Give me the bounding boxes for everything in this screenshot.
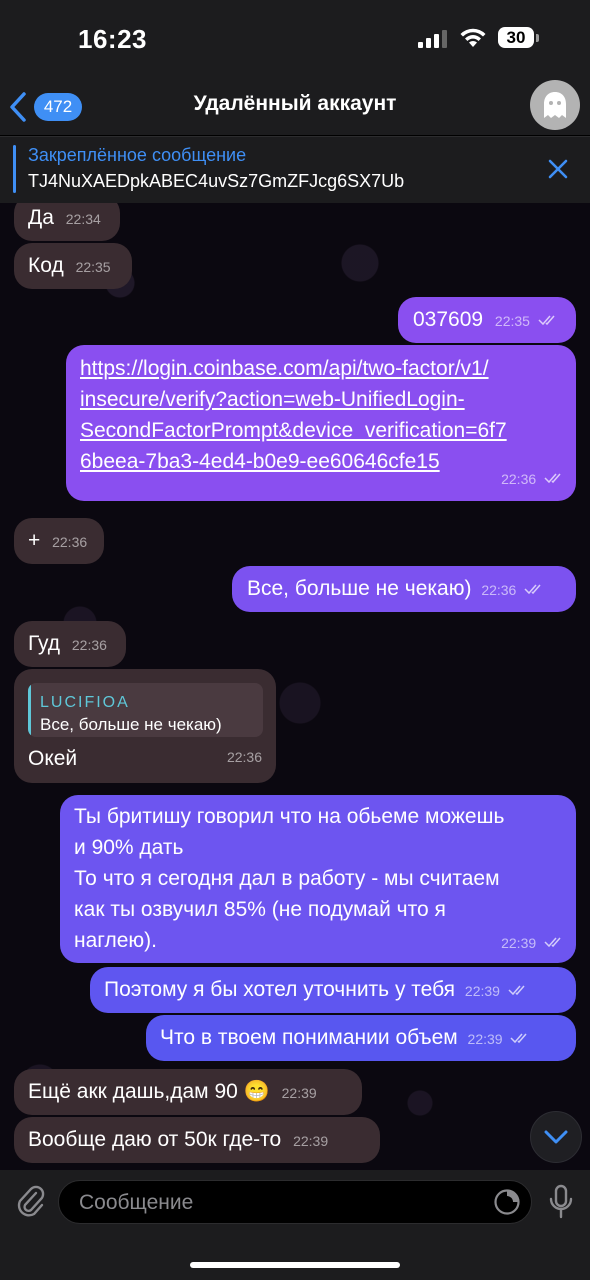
message-time: 22:39 (464, 983, 500, 999)
message-link[interactable]: https://login.coinbase.com/api/two-facto… (80, 353, 576, 477)
ghost-avatar-icon (544, 92, 566, 118)
message-time: 22:36 (481, 582, 517, 598)
home-indicator (190, 1262, 400, 1268)
message-time: 22:39 (281, 1085, 317, 1101)
message-input[interactable] (77, 1181, 481, 1225)
read-ticks-icon (544, 473, 561, 484)
read-ticks-icon (544, 937, 561, 948)
message-time: 22:34 (65, 211, 101, 227)
message-time: 22:36 (52, 534, 88, 550)
message-time: 22:35 (75, 259, 111, 275)
chat-header: 472 Удалённый аккаунт (0, 80, 590, 135)
read-ticks-icon (524, 584, 541, 595)
signal-icon (418, 30, 447, 48)
message-time: 22:36 (71, 637, 107, 653)
status-bar: 16:23 30 (0, 0, 590, 80)
chevron-down-icon (544, 1130, 568, 1144)
message-time: 22:39 (467, 1031, 503, 1047)
message-time: 22:36 (226, 749, 262, 765)
chat-title[interactable]: Удалённый аккаунт (0, 92, 590, 116)
message-outgoing[interactable]: Все, больше не чекаю) 22:36 (232, 566, 576, 612)
reply-text: Все, больше не чекаю) (40, 715, 222, 734)
message-outgoing[interactable]: Что в твоем понимании объем 22:39 (146, 1015, 576, 1061)
message-incoming[interactable]: Да 22:34 (14, 203, 120, 241)
reply-accent-bar (28, 683, 31, 737)
close-icon[interactable] (546, 157, 570, 181)
read-ticks-icon (510, 1033, 528, 1044)
message-time: 22:36 (501, 471, 537, 487)
chat-area[interactable]: Да 22:34 Код 22:35 037609 22:35 https://… (0, 203, 590, 1170)
paperclip-icon[interactable] (14, 1184, 46, 1218)
scroll-down-button[interactable] (530, 1111, 582, 1163)
clock: 16:23 (78, 24, 147, 54)
avatar[interactable] (530, 80, 580, 130)
message-incoming[interactable]: + 22:36 (14, 518, 104, 564)
pinned-accent-bar (13, 145, 16, 193)
message-incoming[interactable]: Гуд 22:36 (14, 621, 126, 667)
message-incoming-reply[interactable]: LUCIFIOA Все, больше не чекаю) Окей 22:3… (14, 669, 276, 783)
message-time: 22:39 (501, 935, 537, 951)
microphone-icon[interactable] (548, 1184, 574, 1220)
message-field[interactable] (58, 1180, 532, 1225)
message-outgoing[interactable]: 037609 22:35 (398, 297, 576, 343)
message-incoming[interactable]: Код 22:35 (14, 243, 132, 289)
read-ticks-icon (508, 985, 525, 996)
message-time: 22:39 (293, 1133, 329, 1149)
battery-tip (536, 34, 539, 42)
reply-quote[interactable]: LUCIFIOA Все, больше не чекаю) (28, 683, 263, 737)
message-outgoing[interactable]: Поэтому я бы хотел уточнить у тебя 22:39 (90, 967, 576, 1013)
message-time: 22:35 (494, 313, 530, 329)
message-outgoing[interactable]: Ты бритишу говорил что на обьеме можешь … (60, 795, 576, 963)
pinned-message[interactable]: Закреплённое сообщение TJ4NuXAEDpkABEC4u… (0, 136, 590, 203)
message-outgoing[interactable]: https://login.coinbase.com/api/two-facto… (66, 345, 576, 501)
sticker-icon[interactable] (493, 1188, 521, 1216)
battery-indicator: 30 (498, 27, 534, 48)
pinned-text: TJ4NuXAEDpkABEC4uvSz7GmZFJcg6SX7Ub (28, 171, 405, 191)
pinned-title: Закреплённое сообщение (28, 145, 247, 165)
wifi-icon (460, 28, 486, 47)
message-incoming[interactable]: Ещё акк дашь,дам 90 😁 22:39 (14, 1069, 362, 1115)
read-ticks-icon (538, 315, 555, 326)
message-incoming[interactable]: Вообще даю от 50к где-то 22:39 (14, 1117, 380, 1163)
